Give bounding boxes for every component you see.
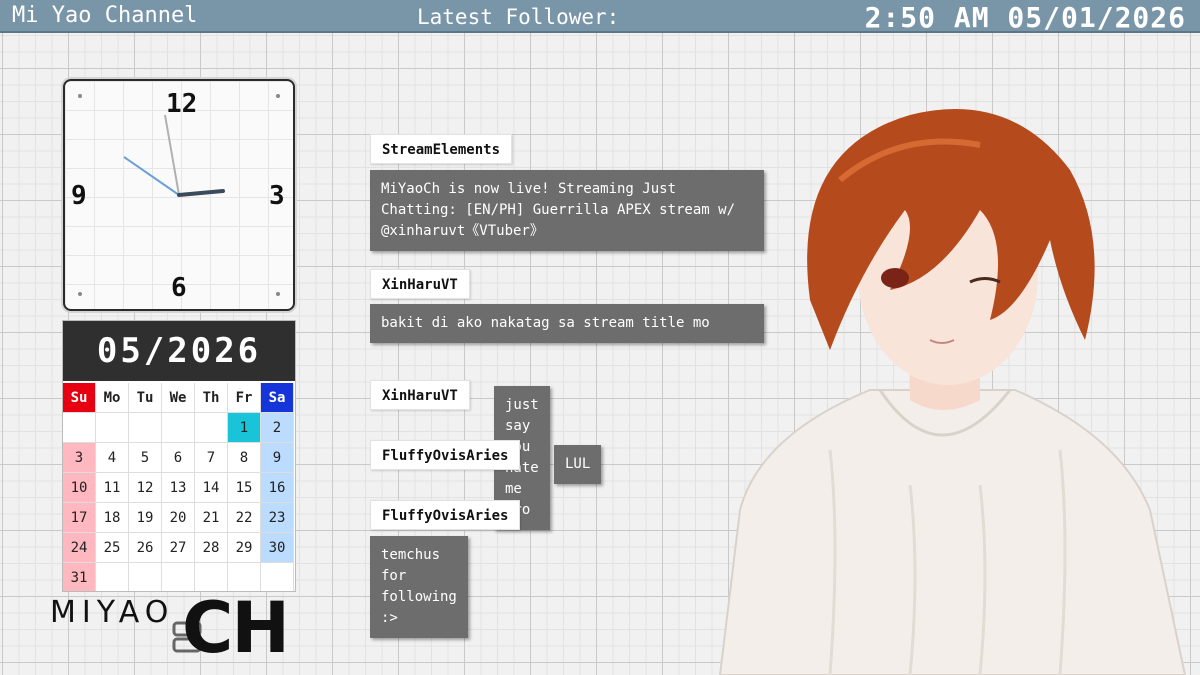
calendar-day: 4 — [96, 443, 129, 473]
chat-username: XinHaruVT — [370, 269, 470, 299]
top-bar: Mi Yao Channel Latest Follower: 2:50 AM … — [0, 0, 1200, 34]
calendar-day: 20 — [162, 503, 195, 533]
clock-minute-hand — [164, 114, 180, 196]
calendar-day: 8 — [228, 443, 261, 473]
avatar-eye-left — [881, 268, 909, 288]
calendar-day: 23 — [261, 503, 294, 533]
calendar-day — [129, 563, 162, 591]
calendar-weekday-header: Th — [195, 383, 228, 413]
calendar-day: 15 — [228, 473, 261, 503]
calendar-day: 12 — [129, 473, 162, 503]
calendar-day: 21 — [195, 503, 228, 533]
clock-corner-dot — [78, 94, 82, 98]
vtuber-avatar — [718, 109, 1187, 675]
clock-corner-dot — [78, 292, 82, 296]
calendar-weekday-header: Sa — [261, 383, 294, 413]
calendar-weekday-header: We — [162, 383, 195, 413]
datetime-display: 2:50 AM 05/01/2026 — [864, 1, 1186, 34]
calendar-day: 26 — [129, 533, 162, 563]
calendar-day: 6 — [162, 443, 195, 473]
calendar-weekday-header: Tu — [129, 383, 162, 413]
clock-numeral-3: 3 — [269, 181, 285, 211]
calendar-day: 18 — [96, 503, 129, 533]
clock-numeral-12: 12 — [166, 89, 198, 119]
calendar-day — [96, 563, 129, 591]
calendar-day: 3 — [63, 443, 96, 473]
calendar-day — [162, 413, 195, 443]
calendar-grid: Su Mo Tu We Th Fr Sa 1 2 3 4 5 6 7 8 9 10 11 12 13 14 15 16 17 1… — [63, 381, 295, 591]
clock-second-hand — [123, 156, 180, 196]
clock-corner-dot — [276, 94, 280, 98]
chat-username: StreamElements — [370, 134, 513, 164]
calendar-day: 28 — [195, 533, 228, 563]
calendar-day: 30 — [261, 533, 294, 563]
calendar-day: 10 — [63, 473, 96, 503]
calendar-month-label: 05/2026 — [63, 321, 295, 381]
latest-follower-label: Latest Follower: — [417, 5, 620, 29]
analog-clock: 12 3 6 9 — [63, 79, 295, 311]
channel-logo: MIYAO CH — [50, 587, 340, 669]
calendar-day — [195, 413, 228, 443]
calendar-day: 11 — [96, 473, 129, 503]
calendar-day-today: 1 — [228, 413, 261, 443]
calendar-weekday-header: Mo — [96, 383, 129, 413]
calendar-day — [96, 413, 129, 443]
calendar-day: 7 — [195, 443, 228, 473]
logo-text-miyao: MIYAO — [50, 595, 175, 630]
clock-hour-hand — [177, 189, 225, 197]
calendar-weekday-header: Fr — [228, 383, 261, 413]
chat-username: XinHaruVT — [370, 380, 470, 410]
calendar-day: 19 — [129, 503, 162, 533]
chat-message: temchus for following :> — [370, 536, 468, 638]
calendar-day: 13 — [162, 473, 195, 503]
calendar-day: 16 — [261, 473, 294, 503]
calendar-day: 22 — [228, 503, 261, 533]
calendar-day: 9 — [261, 443, 294, 473]
clock-corner-dot — [276, 292, 280, 296]
calendar-day: 27 — [162, 533, 195, 563]
calendar-day: 2 — [261, 413, 294, 443]
clock-numeral-9: 9 — [71, 181, 87, 211]
calendar-day: 31 — [63, 563, 96, 591]
calendar-day — [129, 413, 162, 443]
chat-username: FluffyOvisAries — [370, 500, 521, 530]
chat-message: LUL — [554, 445, 602, 484]
clock-numeral-6: 6 — [171, 273, 187, 303]
channel-title: Mi Yao Channel — [12, 3, 198, 28]
calendar-day: 25 — [96, 533, 129, 563]
calendar-day: 5 — [129, 443, 162, 473]
calendar-weekday-header: Su — [63, 383, 96, 413]
logo-text-ch: CH — [182, 587, 290, 669]
chat-username: FluffyOvisAries — [370, 440, 521, 470]
calendar-day: 14 — [195, 473, 228, 503]
calendar-day: 29 — [228, 533, 261, 563]
calendar-widget: 05/2026 Su Mo Tu We Th Fr Sa 1 2 3 4 5 6 7 8 9 10 11 12 13 1… — [62, 320, 296, 592]
calendar-day: 24 — [63, 533, 96, 563]
calendar-day: 17 — [63, 503, 96, 533]
calendar-day — [63, 413, 96, 443]
